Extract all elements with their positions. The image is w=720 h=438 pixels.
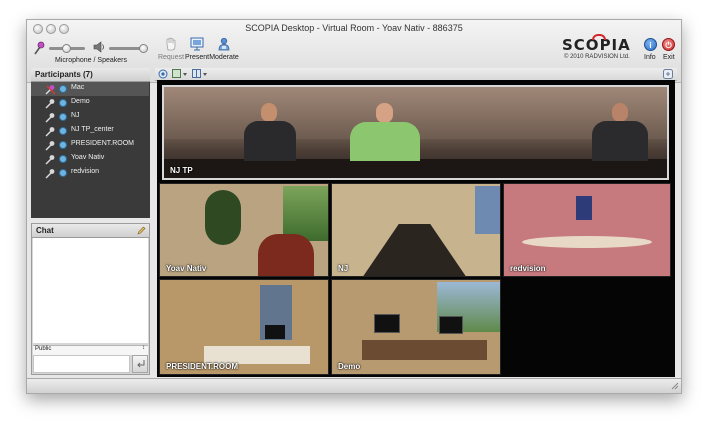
video-tile-president-room[interactable]: PRESIDENT.ROOM (159, 279, 329, 375)
participant-row[interactable]: redvision (31, 166, 149, 180)
chair (258, 234, 314, 276)
video-status-icon (59, 169, 67, 177)
logo-accent-mark (592, 34, 606, 40)
window-view (283, 186, 328, 241)
participant-row[interactable]: NJ TP_center (31, 124, 149, 138)
video-status-icon (59, 99, 67, 107)
participant-row[interactable]: NJ (31, 110, 149, 124)
video-tile-redvision[interactable]: redvision (503, 183, 671, 277)
moderator-icon (207, 37, 241, 53)
participant-name: NJ TP_center (71, 126, 114, 133)
send-icon (136, 359, 145, 370)
participant-figure (350, 103, 420, 161)
table-edge (164, 159, 667, 178)
tile-label: NJ TP (170, 166, 193, 175)
tile-label: PRESIDENT.ROOM (166, 362, 239, 371)
microphone-slider-knob[interactable] (62, 44, 71, 53)
participant-row[interactable]: PRESIDENT.ROOM (31, 138, 149, 152)
chevron-updown-icon: ↕ (142, 345, 145, 351)
video-tile-nj[interactable]: NJ (331, 183, 501, 277)
video-status-icon (59, 141, 67, 149)
participant-figure (592, 103, 648, 161)
microphone-icon[interactable] (45, 168, 56, 181)
chat-messages[interactable] (33, 238, 148, 343)
video-status-icon (59, 85, 67, 93)
monitor (265, 325, 285, 339)
chat-panel: Chat Public ↕ (31, 223, 150, 375)
conference-table (362, 224, 467, 276)
microphone-icon[interactable] (33, 41, 45, 57)
chat-header: Chat (32, 224, 149, 238)
participant-row[interactable]: Yoav Nativ (31, 152, 149, 166)
copyright-text: © 2010 RADVISION Ltd. (564, 54, 630, 60)
send-button[interactable] (132, 355, 148, 373)
tile-label: Demo (338, 362, 361, 371)
video-status-icon (59, 113, 67, 121)
pencil-icon[interactable] (137, 226, 146, 237)
chat-recipient-select[interactable]: Public ↕ (33, 345, 148, 355)
video-tile-demo[interactable]: Demo (331, 279, 501, 375)
video-tile-nj-tp[interactable]: NJ TP (162, 85, 669, 180)
plant (205, 190, 241, 245)
tile-label: Yoav Nativ (166, 264, 207, 273)
participant-figure (244, 103, 296, 161)
video-status-icon (59, 155, 67, 163)
video-status-icon (59, 127, 67, 135)
window-view (475, 186, 500, 234)
monitor (374, 314, 400, 333)
participant-name: Yoav Nativ (71, 154, 105, 161)
audio-label: Microphone / Speakers (55, 57, 127, 64)
exit-button[interactable]: ⏻ (662, 38, 675, 51)
resize-grip-icon[interactable] (670, 381, 679, 392)
participant-name: Mac (71, 84, 85, 91)
moderate-button[interactable]: Moderate (207, 37, 241, 61)
app-window: SCOPIA Desktop - Virtual Room - Yoav Nat… (26, 19, 682, 394)
speaker-icon[interactable] (93, 41, 105, 55)
participant-row[interactable]: Mac (31, 82, 149, 96)
power-icon: ⏻ (665, 41, 672, 50)
participant-name: Demo (71, 98, 90, 105)
window-title: SCOPIA Desktop - Virtual Room - Yoav Nat… (245, 23, 463, 33)
info-label: Info (644, 54, 656, 61)
round-table (522, 236, 652, 248)
flag (576, 196, 592, 220)
participant-name: PRESIDENT.ROOM (71, 140, 135, 147)
participant-name: NJ (71, 112, 80, 119)
exit-label: Exit (663, 54, 675, 61)
participants-header: Participants (7) (31, 68, 150, 82)
participant-row[interactable]: Demo (31, 96, 149, 110)
tile-label: NJ (338, 264, 349, 273)
tile-label: redvision (510, 264, 546, 273)
status-bar (27, 378, 681, 393)
video-stage: NJ TP Yoav Nativ NJ redvision PRESIDENT.… (157, 80, 675, 377)
desk (362, 340, 487, 360)
chat-input[interactable] (33, 355, 130, 373)
info-icon: i (649, 41, 652, 50)
participant-name: redvision (71, 168, 100, 175)
video-tile-yoav-nativ[interactable]: Yoav Nativ (159, 183, 329, 277)
participants-panel: Participants (7) Mac Demo NJ NJ TP_cente… (31, 68, 150, 218)
info-button[interactable]: i (644, 38, 657, 51)
speaker-slider-knob[interactable] (139, 44, 148, 53)
monitor (439, 316, 463, 334)
